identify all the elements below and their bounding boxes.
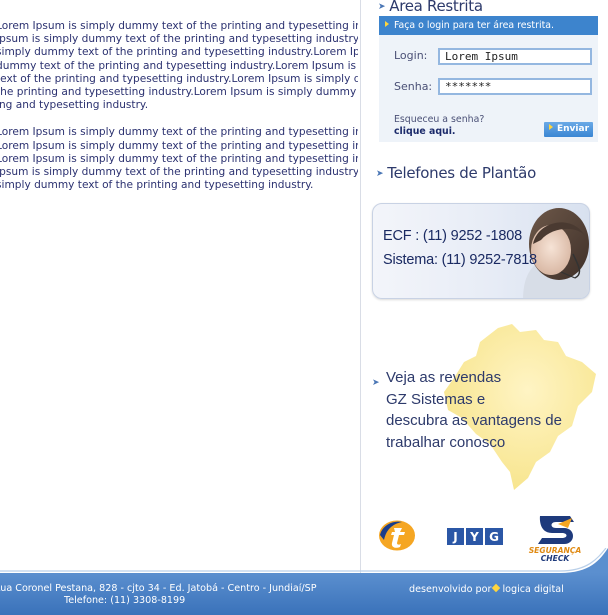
- article-line: Lorem Ipsum is simply dummy text of the …: [0, 20, 358, 32]
- bullet-icon: ➤: [376, 169, 384, 179]
- jyg-logo[interactable]: J Y G: [447, 528, 503, 545]
- ecf-phone: ECF : (11) 9252 -1808: [383, 228, 522, 244]
- resellers-line: Veja as revendas: [386, 369, 502, 386]
- send-button-label: Enviar: [557, 124, 590, 134]
- footer-credit[interactable]: desenvolvido por logica digital: [409, 583, 564, 595]
- article-body: Lorem Ipsum is simply dummy text of the …: [0, 20, 358, 192]
- login-box: Faça o login para ter área restrita. Log…: [379, 16, 598, 142]
- arrow-icon: [549, 124, 553, 130]
- logica-digital-icon: [492, 583, 501, 593]
- footer-credit-developer: logica digital: [502, 584, 564, 595]
- phones-title-text: Telefones de Plantão: [387, 164, 536, 182]
- restricted-area-title-text: Área Restrita: [389, 0, 483, 15]
- article-paragraph-1: Lorem Ipsum is simply dummy text of the …: [0, 20, 358, 112]
- login-header: Faça o login para ter área restrita.: [379, 16, 598, 35]
- article-line: simply dummy text of the printing and ty…: [0, 179, 314, 192]
- resellers-line: GZ Sistemas e: [386, 390, 486, 408]
- article-line: Lorem Ipsum is simply dummy text of the …: [0, 139, 358, 152]
- article-line: Lorem Ipsum is simply dummy text of the …: [0, 126, 358, 139]
- login-input[interactable]: Lorem Ipsum: [438, 48, 592, 65]
- password-label: Senha:: [394, 80, 433, 93]
- article-line: ing and typesetting industry.: [0, 99, 149, 112]
- phones-title: ➤ Telefones de Plantão: [376, 164, 536, 182]
- article-line: Ipsum is simply dummy text of the printi…: [0, 33, 358, 46]
- send-button[interactable]: Enviar: [544, 122, 593, 137]
- forgot-password: Esqueceu a senha? clique aqui.: [394, 114, 484, 138]
- restricted-area-title: ➤ Área Restrita: [378, 0, 483, 15]
- resellers-promo[interactable]: ➤ Veja as revendas GZ Sistemas e descubr…: [372, 367, 592, 453]
- article-line: the printing and typesetting industry.Lo…: [0, 86, 358, 99]
- article-line: simply dummy text of the printing and ty…: [0, 46, 358, 59]
- jyg-letter: J: [452, 530, 457, 544]
- article-line: Lorem Ipsum is simply dummy text of the …: [0, 152, 358, 165]
- login-header-text: Faça o login para ter área restrita.: [394, 20, 554, 31]
- forgot-password-text: Esqueceu a senha?: [394, 114, 485, 125]
- resellers-line: trabalhar conosco: [386, 433, 506, 451]
- footer-phone: Telefone: (11) 3308-8199: [64, 595, 186, 606]
- forgot-password-link[interactable]: clique aqui.: [394, 126, 455, 137]
- sistema-phone: Sistema: (11) 9252-7818: [383, 252, 537, 268]
- footer-credit-label: desenvolvido por: [409, 584, 492, 595]
- jyg-letter: Y: [469, 530, 479, 544]
- arrow-icon: [385, 21, 389, 27]
- article-line: dummy text of the printing and typesetti…: [0, 59, 358, 72]
- article-line: Ipsum is simply dummy text of the printi…: [0, 166, 358, 179]
- article-line: text of the printing and typesetting ind…: [0, 72, 358, 85]
- column-divider: [360, 0, 361, 573]
- t-logo[interactable]: [378, 520, 416, 551]
- login-label: Login:: [394, 49, 428, 62]
- footer-address: Rua Coronel Pestana, 828 - cjto 34 - Ed.…: [0, 583, 317, 594]
- article-paragraph-2: Lorem Ipsum is simply dummy text of the …: [0, 126, 358, 192]
- bullet-icon: ➤: [372, 377, 380, 387]
- resellers-line: descubra as vantagens de: [386, 412, 562, 429]
- footer: Rua Coronel Pestana, 828 - cjto 34 - Ed.…: [0, 573, 608, 615]
- password-input[interactable]: *******: [438, 78, 592, 95]
- jyg-letter: G: [489, 530, 499, 544]
- bullet-icon: ➤: [378, 2, 386, 12]
- phone-card: ECF : (11) 9252 -1808 Sistema: (11) 9252…: [372, 203, 590, 299]
